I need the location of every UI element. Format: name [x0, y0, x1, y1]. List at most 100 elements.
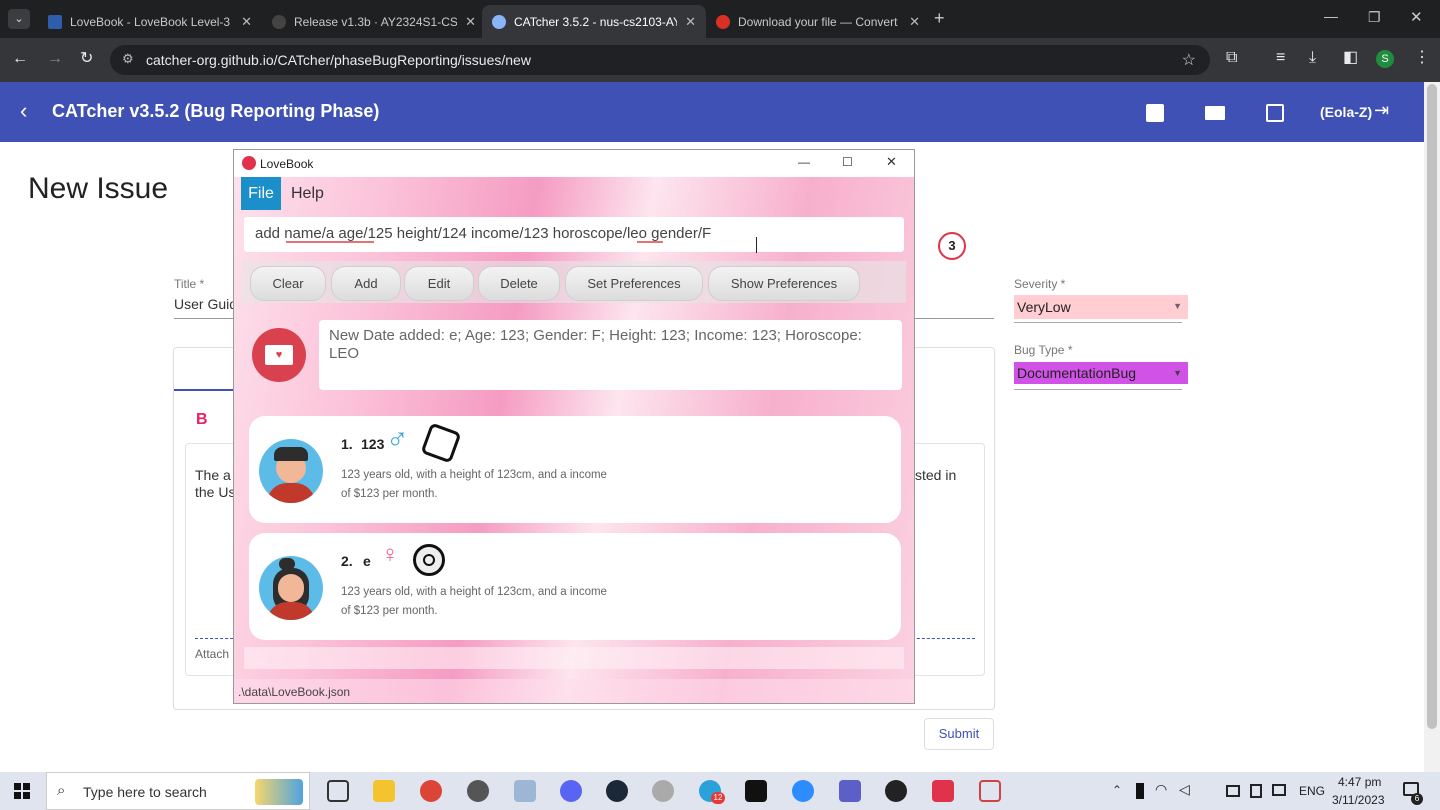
command-box[interactable]: add name/a age/125 height/124 income/123…	[244, 217, 904, 252]
snipping-icon[interactable]	[979, 780, 1001, 802]
catcher-favicon-icon	[492, 14, 506, 29]
title-input[interactable]: User Guid	[174, 296, 237, 312]
zoom-icon[interactable]	[792, 780, 814, 802]
discord-icon[interactable]	[560, 780, 582, 802]
tab-lovebook[interactable]: LoveBook - LoveBook Level-3 ✕	[38, 5, 262, 38]
set-preferences-button[interactable]: Set Preferences	[565, 266, 703, 301]
bugtype-label: Bug Type *	[1014, 343, 1073, 357]
tab-release[interactable]: Release v1.3b · AY2324S1-CS21 ✕	[262, 5, 486, 38]
tab-favicon-icon	[48, 14, 62, 29]
show-preferences-button[interactable]: Show Preferences	[708, 266, 860, 301]
lovebook-titlebar: LoveBook — ☐ ✕	[234, 150, 914, 177]
bugtype-value: DocumentationBug	[1017, 365, 1137, 381]
new-tab-icon[interactable]: +	[934, 8, 945, 29]
url-text: catcher-org.github.io/CATcher/phaseBugRe…	[146, 52, 531, 68]
clock-time[interactable]: 4:47 pm	[1338, 775, 1381, 789]
edit-button[interactable]: Edit	[404, 266, 474, 301]
minimize-icon[interactable]: —	[1324, 8, 1338, 24]
media-icon[interactable]: ≡	[1276, 50, 1285, 66]
chrome-menu-icon[interactable]: ⋮	[1414, 50, 1430, 66]
document-icon[interactable]	[1146, 104, 1164, 122]
phone-link-icon[interactable]	[1250, 784, 1262, 798]
browser-tab-strip: ⌄ LoveBook - LoveBook Level-3 ✕ Release …	[0, 0, 1440, 38]
settings-icon[interactable]	[467, 780, 489, 802]
add-button[interactable]: Add	[331, 266, 401, 301]
tab-catcher[interactable]: CATcher 3.5.2 - nus-cs2103-AY2 ✕	[482, 5, 706, 38]
tab-close-icon[interactable]: ✕	[241, 14, 252, 30]
file-explorer-icon[interactable]	[373, 780, 395, 802]
wifi-icon[interactable]: ◠	[1155, 781, 1167, 798]
forward-icon[interactable]: →	[47, 51, 63, 67]
profile-avatar[interactable]: S	[1376, 50, 1394, 68]
steam-icon[interactable]	[606, 780, 628, 802]
task-view-icon[interactable]	[327, 780, 349, 802]
mail-icon[interactable]	[1205, 106, 1225, 120]
dropdown-arrow-icon: ▼	[1173, 301, 1182, 311]
usb-icon[interactable]	[1136, 783, 1144, 799]
date-card[interactable]: 2. e ♀ 123 years old, with a height of 1…	[249, 533, 901, 640]
logout-icon[interactable]: ⇥	[1374, 100, 1389, 121]
submit-button[interactable]: Submit	[924, 718, 994, 750]
language-indicator[interactable]: ENG	[1299, 784, 1325, 798]
terminal-icon[interactable]	[745, 780, 767, 802]
menu-file[interactable]: File	[241, 177, 281, 210]
lovebook-taskbar-icon[interactable]	[932, 780, 954, 802]
chrome-icon[interactable]	[420, 780, 442, 802]
extensions-icon[interactable]: ⧉	[1226, 50, 1237, 66]
display-icon[interactable]	[1272, 784, 1286, 796]
battery-icon[interactable]	[1226, 785, 1240, 797]
date-card[interactable]: 1. 123 ♂ 123 years old, with a height of…	[249, 416, 901, 523]
photos-icon[interactable]	[514, 780, 536, 802]
window-close-icon[interactable]: ✕	[1410, 8, 1423, 26]
taskbar-search[interactable]: ⌕ Type here to search	[46, 772, 310, 810]
search-highlight-icon	[255, 779, 303, 805]
page-title: New Issue	[28, 172, 169, 205]
capricorn-horoscope-icon	[420, 422, 462, 464]
list-footer	[244, 647, 904, 669]
bookmark-star-icon[interactable]: ☆	[1182, 50, 1196, 70]
app-icon[interactable]	[652, 780, 674, 802]
lovebook-close-icon[interactable]: ✕	[886, 154, 897, 170]
tab-title: LoveBook - LoveBook Level-3	[70, 14, 231, 29]
tab-search-button[interactable]: ⌄	[8, 9, 30, 29]
lovebook-maximize-icon[interactable]: ☐	[842, 155, 853, 169]
search-placeholder: Type here to search	[83, 784, 207, 800]
search-icon: ⌕	[57, 782, 66, 799]
tab-title: CATcher 3.5.2 - nus-cs2103-AY2	[514, 14, 678, 29]
tab-download[interactable]: Download your file — Convert ✕	[706, 5, 930, 38]
delete-button[interactable]: Delete	[478, 266, 560, 301]
download-icon[interactable]: ⤓	[1309, 50, 1316, 66]
menu-help[interactable]: Help	[291, 185, 324, 203]
windows-start-icon[interactable]	[14, 783, 30, 799]
side-panel-icon[interactable]: ◧	[1343, 50, 1358, 66]
clear-button[interactable]: Clear	[250, 266, 326, 301]
severity-select[interactable]: VeryLow ▼	[1014, 295, 1188, 319]
volume-icon[interactable]: ◁	[1179, 781, 1190, 798]
bugtype-select[interactable]: DocumentationBug ▼	[1014, 362, 1188, 384]
obs-icon[interactable]	[885, 780, 907, 802]
step-badge: 3	[938, 232, 966, 260]
restore-icon[interactable]: ❐	[1368, 9, 1381, 26]
lovebook-window: LoveBook — ☐ ✕ File Help add name/a age/…	[233, 149, 915, 704]
spell-underline	[637, 241, 663, 243]
open-external-icon[interactable]	[1266, 104, 1284, 122]
back-arrow-icon[interactable]: ‹	[20, 98, 27, 124]
reload-icon[interactable]: ↻	[80, 51, 93, 67]
tab-close-icon[interactable]: ✕	[685, 14, 696, 30]
scrollbar-thumb[interactable]	[1427, 84, 1437, 729]
lovebook-minimize-icon[interactable]: —	[798, 155, 810, 169]
github-icon	[272, 14, 286, 29]
card-description: 123 years old, with a height of 123cm, a…	[341, 586, 607, 598]
lovebook-app-icon	[242, 156, 256, 170]
clock-date[interactable]: 3/11/2023	[1332, 793, 1385, 807]
attach-text[interactable]: Attach	[195, 647, 229, 661]
tab-close-icon[interactable]: ✕	[909, 14, 920, 30]
tray-chevron-icon[interactable]: ⌃	[1112, 783, 1122, 797]
address-bar[interactable]: ⚙ catcher-org.github.io/CATcher/phaseBug…	[110, 45, 1210, 75]
site-info-icon[interactable]: ⚙	[122, 51, 134, 67]
back-icon[interactable]: ←	[12, 51, 28, 67]
tab-close-icon[interactable]: ✕	[465, 14, 476, 30]
teams-icon[interactable]	[839, 780, 861, 802]
bold-icon[interactable]: B	[196, 411, 208, 429]
user-name: (Eola-Z)	[1320, 104, 1373, 120]
